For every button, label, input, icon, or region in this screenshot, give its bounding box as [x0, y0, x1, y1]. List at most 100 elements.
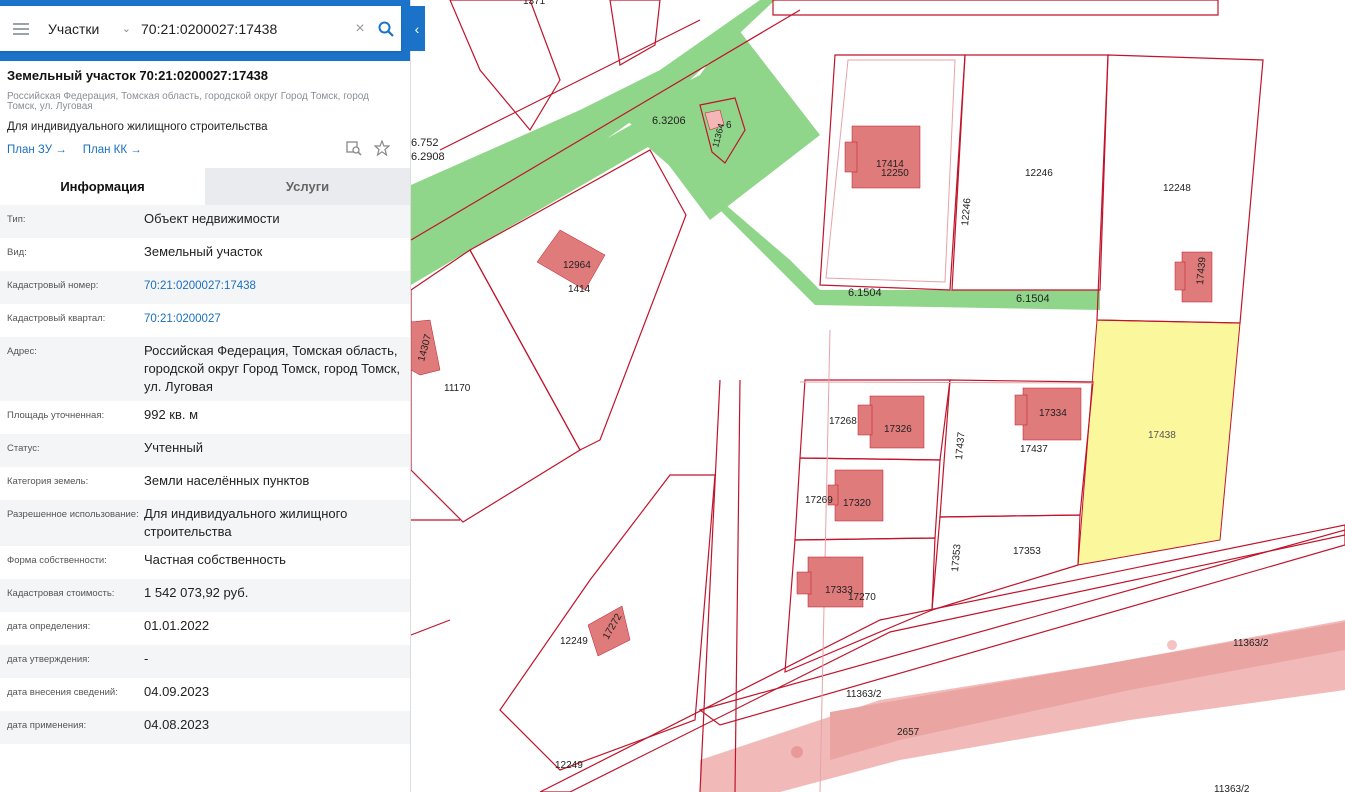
- search-input[interactable]: [137, 13, 349, 44]
- map-label: 11170: [444, 383, 471, 394]
- search-box: Участки ⌄ ×: [0, 6, 401, 51]
- row-label: Форма собственности:: [7, 555, 107, 566]
- row-label: Адрес:: [7, 346, 37, 357]
- row-value: -: [144, 651, 149, 666]
- table-row: Статус: Учтенный: [0, 434, 410, 467]
- row-value: 04.09.2023: [144, 684, 210, 699]
- plan-kk-link[interactable]: План КК →: [83, 144, 142, 156]
- table-row: Разрешенное использование: Для индивидуал…: [0, 500, 410, 546]
- chevron-down-icon: ⌄: [121, 23, 131, 35]
- table-row: Кадастровый квартал: 70:21:0200027: [0, 304, 410, 337]
- row-label: Категория земель:: [7, 476, 89, 487]
- tab-bar: Информация Услуги: [0, 168, 410, 205]
- tab-info[interactable]: Информация: [0, 168, 205, 205]
- layer-select[interactable]: Участки ⌄: [42, 21, 137, 37]
- row-value: Частная собственность: [144, 552, 286, 567]
- table-row: Адрес: Российская Федерация, Томская обла…: [0, 337, 410, 401]
- map-label: 17269: [805, 495, 833, 506]
- row-label: Вид:: [7, 247, 27, 258]
- map-label: 12248: [1163, 183, 1191, 194]
- row-label: Площадь уточненная:: [7, 410, 105, 421]
- attribute-table: Тип: Объект недвижимости Вид: Земельный уч…: [0, 205, 410, 744]
- cadastral-quarter-link[interactable]: 70:21:0200027: [144, 309, 404, 328]
- row-label: дата применения:: [7, 720, 87, 731]
- map-label: 1371: [523, 0, 546, 7]
- map-label: 6.2908: [411, 151, 445, 163]
- map-label: 17437: [1020, 444, 1048, 455]
- table-row: Кадастровый номер: 70:21:0200027:17438: [0, 271, 410, 304]
- table-row: Вид: Земельный участок: [0, 238, 410, 271]
- card-links: План ЗУ → План КК →: [7, 138, 404, 161]
- map-label: 6.1504: [848, 287, 882, 299]
- table-row: Категория земель: Земли населённых пункто…: [0, 467, 410, 500]
- card-actions: [346, 138, 404, 161]
- row-value: Земли населённых пунктов: [144, 473, 310, 488]
- table-row: Кадастровая стоимость: 1 542 073,92 руб.: [0, 579, 410, 612]
- map-label: 17438: [1148, 430, 1176, 441]
- row-value: Для индивидуального жилищного строительс…: [144, 506, 348, 539]
- info-panel: Участки ⌄ × Земельный участок 70:21:0200…: [0, 0, 411, 792]
- map-label: 12246: [1025, 168, 1053, 179]
- tab-services[interactable]: Услуги: [205, 168, 410, 205]
- row-label: Тип:: [7, 214, 26, 225]
- table-row: дата внесения сведений: 04.09.2023: [0, 678, 410, 711]
- map-label: 6: [726, 120, 732, 131]
- table-row: дата определения: 01.01.2022: [0, 612, 410, 645]
- row-value: Учтенный: [144, 440, 204, 455]
- map-label: 12250: [881, 168, 909, 179]
- star-icon[interactable]: [373, 138, 391, 161]
- map-label: 6.752: [411, 137, 439, 149]
- layer-select-label: Участки: [48, 20, 100, 37]
- row-value: Российская Федерация, Томская область, г…: [144, 343, 400, 394]
- row-value: Земельный участок: [144, 244, 263, 259]
- map-label: 17326: [884, 424, 912, 435]
- map-label: 17268: [829, 416, 857, 427]
- menu-icon[interactable]: [0, 6, 42, 51]
- row-label: Кадастровый квартал:: [7, 313, 106, 324]
- map-label: 2657: [897, 727, 920, 738]
- map-label: 1414: [568, 284, 591, 295]
- map-label: 11363/2: [846, 689, 882, 700]
- row-value: 1 542 073,92 руб.: [144, 585, 249, 600]
- row-label: дата утверждения:: [7, 654, 90, 665]
- table-row: Форма собственности: Частная собственност…: [0, 546, 410, 579]
- parcel-title: Земельный участок 70:21:0200027:17438: [7, 68, 269, 83]
- table-row: Площадь уточненная: 992 кв. м: [0, 401, 410, 434]
- map-label: 6.3206: [652, 115, 686, 127]
- row-value: Объект недвижимости: [144, 211, 280, 226]
- map-label: 12249: [560, 636, 588, 647]
- map-label: 11363/2: [1214, 784, 1250, 792]
- row-value: 992 кв. м: [144, 407, 199, 422]
- map-label: 12249: [555, 760, 583, 771]
- row-label: дата определения:: [7, 621, 91, 632]
- table-row: дата применения: 04.08.2023: [0, 711, 410, 744]
- map-label: 17334: [1039, 408, 1067, 419]
- map-label: 6.1504: [1016, 293, 1050, 305]
- search-icon[interactable]: [371, 21, 401, 37]
- row-label: Статус:: [7, 443, 40, 454]
- search-bar: Участки ⌄ ×: [0, 0, 410, 61]
- close-icon[interactable]: ×: [349, 20, 371, 38]
- row-value: 04.08.2023: [144, 717, 210, 732]
- map-label: 17353: [1013, 546, 1041, 557]
- plan-zu-link[interactable]: План ЗУ →: [7, 144, 67, 156]
- map-label: 12964: [563, 260, 591, 271]
- parcel-card: Земельный участок 70:21:0200027:17438 Ро…: [0, 61, 410, 158]
- map-label: 11363/2: [1233, 638, 1269, 649]
- parcel-use: Для индивидуального жилищного строительс…: [7, 121, 268, 133]
- row-label: Кадастровый номер:: [7, 280, 99, 291]
- row-label: Кадастровая стоимость:: [7, 588, 115, 599]
- row-value: 01.01.2022: [144, 618, 210, 633]
- table-row: дата утверждения: -: [0, 645, 410, 678]
- map-label: 17270: [848, 592, 876, 603]
- map-label: 17320: [843, 498, 871, 509]
- collapse-panel-button[interactable]: ‹: [409, 6, 425, 51]
- table-row: Тип: Объект недвижимости: [0, 205, 410, 238]
- chevron-left-icon: ‹: [414, 20, 420, 37]
- cadastral-number-link[interactable]: 70:21:0200027:17438: [144, 276, 404, 295]
- row-label: дата внесения сведений:: [7, 687, 118, 698]
- parcel-address: Российская Федерация, Томская область, г…: [7, 91, 369, 112]
- row-label: Разрешенное использование:: [7, 509, 139, 520]
- selected-parcel[interactable]: [1077, 319, 1241, 566]
- zoom-to-icon[interactable]: [346, 140, 362, 161]
